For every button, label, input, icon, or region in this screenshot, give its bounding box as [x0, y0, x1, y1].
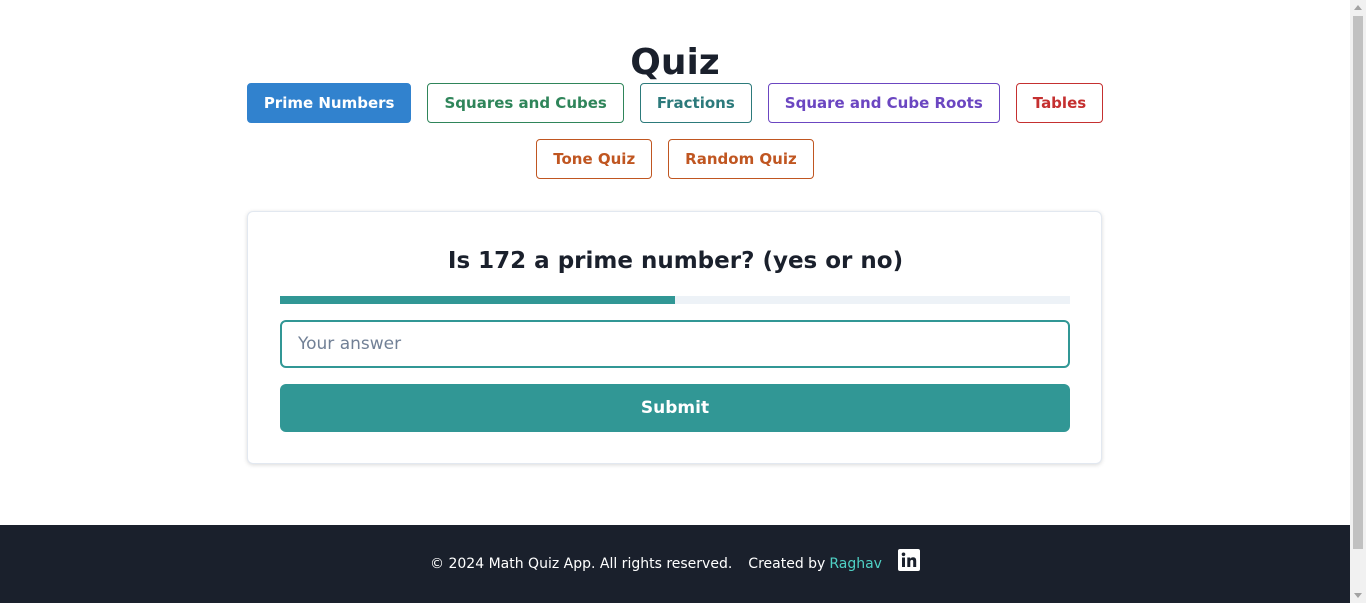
progress-bar	[280, 296, 1070, 304]
quiz-card: Is 172 a prime number? (yes or no) Submi…	[247, 211, 1102, 464]
created-by-text: Created by	[748, 556, 826, 572]
footer: © 2024 Math Quiz App. All rights reserve…	[0, 525, 1350, 603]
tone-quiz-button[interactable]: Tone Quiz	[536, 139, 653, 179]
answer-input[interactable]	[280, 320, 1070, 368]
progress-bar-fill	[280, 296, 675, 304]
question-text: Is 172 a prime number? (yes or no)	[447, 248, 904, 274]
scroll-down-arrow-icon[interactable]	[1354, 593, 1362, 598]
scrollbar-thumb[interactable]	[1353, 16, 1363, 549]
quiz-category-row-1: Prime Numbers Squares and Cubes Fraction…	[0, 83, 1350, 123]
squares-and-cubes-button[interactable]: Squares and Cubes	[427, 83, 624, 123]
random-quiz-button[interactable]: Random Quiz	[668, 139, 814, 179]
author-link[interactable]: Raghav	[829, 556, 882, 572]
vertical-scrollbar[interactable]	[1350, 0, 1366, 603]
scroll-up-arrow-icon[interactable]	[1354, 5, 1362, 10]
submit-button[interactable]: Submit	[280, 384, 1070, 432]
tables-button[interactable]: Tables	[1015, 83, 1104, 123]
quiz-category-row-2: Tone Quiz Random Quiz	[0, 139, 1350, 179]
prime-numbers-button[interactable]: Prime Numbers	[246, 83, 412, 123]
square-and-cube-roots-button[interactable]: Square and Cube Roots	[767, 83, 1000, 123]
fractions-button[interactable]: Fractions	[639, 83, 752, 123]
page-title: Quiz	[630, 42, 720, 84]
linkedin-icon[interactable]	[897, 549, 920, 571]
page: Quiz Prime Numbers Squares and Cubes Fra…	[0, 0, 1350, 603]
copyright-text: © 2024 Math Quiz App. All rights reserve…	[430, 556, 733, 572]
